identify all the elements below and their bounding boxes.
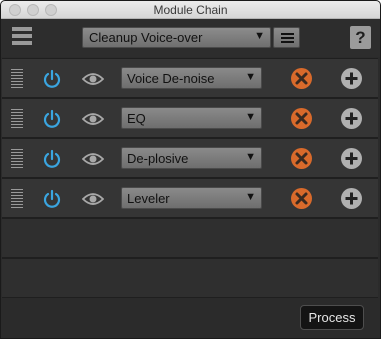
help-button[interactable]: ? <box>350 26 371 49</box>
footer: Process <box>1 298 380 338</box>
module-chain-window: Module Chain Cleanup Voice-over ▼ ? Voic… <box>0 0 381 339</box>
eye-icon[interactable] <box>82 71 104 87</box>
module-name: Leveler <box>127 191 170 206</box>
module-dropdown[interactable]: Leveler ▼ <box>121 187 262 209</box>
drag-handle-icon[interactable] <box>11 69 23 89</box>
module-list: Voice De-noise ▼ EQ ▼ De-plosive ▼ Level… <box>2 58 378 298</box>
preset-dropdown-value: Cleanup Voice-over <box>89 30 203 45</box>
hamburger-icon[interactable] <box>12 27 32 47</box>
title-bar: Module Chain <box>1 1 380 19</box>
power-icon[interactable] <box>42 189 62 209</box>
dropdown-arrow-icon: ▼ <box>254 30 265 42</box>
toolbar: Cleanup Voice-over ▼ ? <box>1 19 380 57</box>
power-icon[interactable] <box>42 69 62 89</box>
module-row: Leveler ▼ <box>2 178 378 218</box>
add-module-icon[interactable] <box>341 188 362 209</box>
dropdown-arrow-icon: ▼ <box>245 71 256 83</box>
process-button[interactable]: Process <box>300 305 364 330</box>
eye-icon[interactable] <box>82 111 104 127</box>
dropdown-arrow-icon: ▼ <box>245 151 256 163</box>
power-icon[interactable] <box>42 149 62 169</box>
add-module-icon[interactable] <box>341 148 362 169</box>
module-row: EQ ▼ <box>2 98 378 138</box>
preset-list-button[interactable] <box>273 27 300 48</box>
dropdown-arrow-icon: ▼ <box>245 111 256 123</box>
remove-module-icon[interactable] <box>291 68 312 89</box>
eye-icon[interactable] <box>82 191 104 207</box>
drag-handle-icon[interactable] <box>11 149 23 169</box>
window-title: Module Chain <box>153 3 228 17</box>
remove-module-icon[interactable] <box>291 148 312 169</box>
remove-module-icon[interactable] <box>291 108 312 129</box>
drag-handle-icon[interactable] <box>11 189 23 209</box>
empty-slot <box>2 218 378 258</box>
module-dropdown[interactable]: EQ ▼ <box>121 107 262 129</box>
dropdown-arrow-icon: ▼ <box>245 191 256 203</box>
add-module-icon[interactable] <box>341 108 362 129</box>
empty-slot <box>2 258 378 298</box>
eye-icon[interactable] <box>82 151 104 167</box>
preset-dropdown[interactable]: Cleanup Voice-over ▼ <box>82 27 271 48</box>
drag-handle-icon[interactable] <box>11 109 23 129</box>
remove-module-icon[interactable] <box>291 188 312 209</box>
module-row: De-plosive ▼ <box>2 138 378 178</box>
module-dropdown[interactable]: De-plosive ▼ <box>121 147 262 169</box>
add-module-icon[interactable] <box>341 68 362 89</box>
module-name: EQ <box>127 111 146 126</box>
module-row: Voice De-noise ▼ <box>2 58 378 98</box>
module-name: Voice De-noise <box>127 71 215 86</box>
module-name: De-plosive <box>127 151 189 166</box>
power-icon[interactable] <box>42 109 62 129</box>
module-dropdown[interactable]: Voice De-noise ▼ <box>121 67 262 89</box>
